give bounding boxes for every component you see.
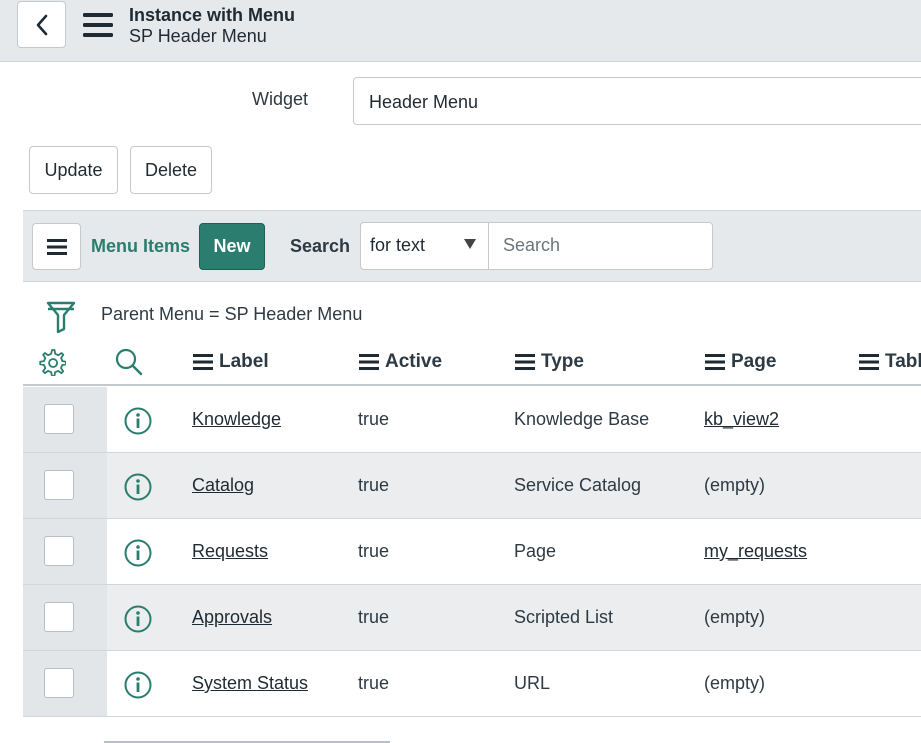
info-icon[interactable]: [123, 604, 153, 634]
cell-type: Knowledge Base: [514, 409, 650, 429]
new-button[interactable]: New: [199, 223, 265, 270]
cell-label-link[interactable]: Approvals: [192, 607, 272, 628]
table-row: System Status true URL (empty): [23, 651, 921, 717]
cell-page: (empty): [704, 673, 766, 693]
page-title: Instance with Menu: [129, 5, 296, 25]
back-button[interactable]: [17, 1, 66, 48]
column-header-type[interactable]: Type: [515, 351, 584, 373]
delete-button[interactable]: Delete: [130, 146, 212, 194]
info-icon[interactable]: [123, 472, 153, 502]
list-rows: Knowledge true Knowledge Base kb_view2 C…: [23, 387, 921, 717]
cell-page-link[interactable]: my_requests: [704, 541, 807, 562]
column-header-text: Active: [385, 351, 443, 372]
table-row: Approvals true Scripted List (empty): [23, 585, 921, 651]
column-header-row: Label Active Type Page Table: [23, 340, 921, 386]
row-checkbox[interactable]: [44, 602, 74, 632]
table-row: Knowledge true Knowledge Base kb_view2: [23, 387, 921, 453]
cell-page: (empty): [704, 607, 766, 627]
column-header-active[interactable]: Active: [359, 351, 442, 373]
cell-type: Service Catalog: [514, 475, 642, 495]
cell-label-link[interactable]: Requests: [192, 541, 268, 562]
row-checkbox[interactable]: [44, 668, 74, 698]
cell-type: Scripted List: [514, 607, 614, 627]
dropdown-arrow-icon: [464, 239, 476, 249]
filter-icon[interactable]: [46, 300, 76, 333]
hamburger-icon[interactable]: [83, 12, 113, 38]
column-menu-icon[interactable]: [193, 354, 213, 370]
row-checkbox[interactable]: [44, 404, 74, 434]
update-button[interactable]: Update: [29, 146, 118, 194]
info-icon[interactable]: [123, 670, 153, 700]
hamburger-icon: [46, 238, 67, 255]
gear-icon[interactable]: [38, 348, 66, 376]
info-icon[interactable]: [123, 406, 153, 436]
page-subtitle: SP Header Menu: [129, 26, 267, 46]
table-row: Catalog true Service Catalog (empty): [23, 453, 921, 519]
widget-field[interactable]: Header Menu: [353, 77, 921, 125]
column-header-text: Table: [885, 351, 921, 372]
cell-label-link[interactable]: System Status: [192, 673, 308, 694]
page-title-block: Instance with Menu SP Header Menu: [129, 4, 295, 46]
column-menu-icon[interactable]: [859, 354, 879, 370]
row-checkbox[interactable]: [44, 470, 74, 500]
column-menu-icon[interactable]: [705, 354, 725, 370]
list-title[interactable]: Menu Items: [91, 236, 190, 257]
column-header-text: Type: [541, 351, 584, 372]
column-header-text: Page: [731, 351, 777, 372]
column-header-page[interactable]: Page: [705, 351, 776, 373]
search-field-select[interactable]: for text: [360, 222, 489, 270]
cell-active: true: [358, 607, 390, 627]
cell-label-link[interactable]: Catalog: [192, 475, 254, 496]
list-context-menu-button[interactable]: [32, 223, 81, 270]
column-header-label[interactable]: Label: [193, 351, 269, 373]
search-label: Search: [290, 236, 351, 256]
cell-active: true: [358, 673, 390, 693]
column-menu-icon[interactable]: [359, 354, 379, 370]
cell-active: true: [358, 475, 390, 495]
search-icon[interactable]: [114, 347, 144, 377]
table-row: Requests true Page my_requests: [23, 519, 921, 585]
cell-page-link[interactable]: kb_view2: [704, 409, 779, 430]
cell-label-link[interactable]: Knowledge: [192, 409, 281, 430]
widget-field-label: Widget: [252, 89, 309, 109]
info-icon[interactable]: [123, 538, 153, 568]
related-list-toolbar: Menu Items New Search for text Search: [23, 210, 921, 282]
cell-page: (empty): [704, 475, 766, 495]
chevron-left-icon: [36, 14, 47, 35]
column-header-table[interactable]: Table: [859, 351, 921, 373]
cell-type: Page: [514, 541, 557, 561]
top-header-bar: Instance with Menu SP Header Menu: [0, 0, 921, 62]
search-field-value: for text: [370, 235, 426, 255]
cell-type: URL: [514, 673, 551, 693]
cell-active: true: [358, 541, 390, 561]
column-header-text: Label: [219, 351, 269, 372]
cell-active: true: [358, 409, 390, 429]
filter-breadcrumb[interactable]: Parent Menu = SP Header Menu: [101, 304, 362, 325]
search-input[interactable]: Search: [488, 222, 713, 270]
row-checkbox[interactable]: [44, 536, 74, 566]
column-menu-icon[interactable]: [515, 354, 535, 370]
